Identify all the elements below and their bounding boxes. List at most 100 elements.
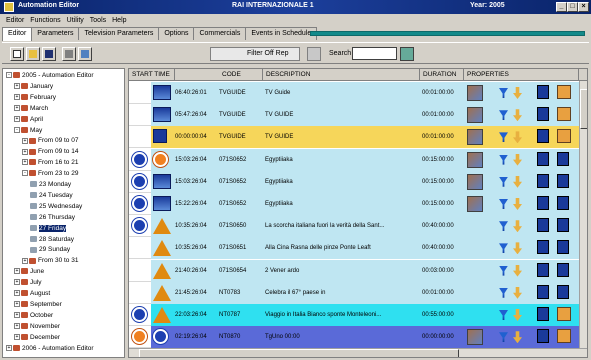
vertical-scroll-thumb[interactable] (580, 89, 587, 129)
tree-toggle-icon[interactable]: + (22, 159, 28, 166)
people-icon[interactable] (467, 107, 483, 124)
media-badge-icon[interactable] (537, 151, 549, 166)
tree-node[interactable]: + October (14, 312, 53, 320)
tab-editor[interactable]: Editor (2, 27, 33, 41)
save-button[interactable] (42, 47, 56, 61)
archive-badge-icon[interactable] (557, 85, 571, 99)
tree-node[interactable]: 29 Sunday (30, 246, 70, 254)
table-row[interactable]: 21:45:26:04 NT0783 Celebra il 67° paese in… (129, 281, 579, 304)
close-button[interactable]: × (578, 2, 589, 12)
horizontal-scroll-thumb[interactable] (139, 349, 459, 357)
print-button[interactable] (62, 47, 76, 61)
tree-node[interactable]: + From 16 to 21 (22, 159, 78, 167)
media-badge-icon[interactable] (537, 262, 549, 277)
table-row[interactable]: 21:40:26:04 071S0654 2 Vener ardo 00:03:00:… (129, 259, 579, 282)
schedule-event-icon[interactable] (132, 196, 147, 211)
tree-toggle-icon[interactable]: + (14, 83, 20, 90)
tree-node[interactable]: + August (14, 290, 50, 298)
tree-node[interactable]: + February (14, 94, 56, 102)
tree-node[interactable]: 24 Tuesday (30, 192, 73, 200)
table-row[interactable]: 15:03:26:04 071S0652 Egyptiiaka 00:15:00:00 (129, 148, 579, 171)
column-header-code[interactable]: CODE (219, 69, 263, 81)
media-badge-icon[interactable] (557, 262, 569, 277)
tree-node[interactable]: - From 23 to 29 (22, 170, 78, 178)
media-badge-icon[interactable] (557, 196, 569, 210)
media-badge-icon[interactable] (557, 284, 569, 299)
tree-node[interactable]: + From 30 to 31 (22, 257, 78, 265)
people-icon[interactable] (467, 329, 483, 346)
column-header-start-time[interactable]: START TIME (129, 69, 175, 81)
schedule-event-icon[interactable] (132, 218, 147, 234)
vertical-scrollbar[interactable] (579, 81, 587, 349)
layout-button[interactable] (78, 47, 92, 61)
table-row[interactable]: 00:00:00:04 TVGUIDE TV GUIDE 00:01:00:00 (129, 126, 579, 149)
maximize-button[interactable]: □ (567, 2, 578, 12)
media-badge-icon[interactable] (537, 196, 549, 210)
tree-toggle-icon[interactable]: - (14, 126, 20, 133)
archive-badge-icon[interactable] (557, 329, 571, 344)
media-badge-icon[interactable] (537, 85, 549, 99)
table-row[interactable]: 10:35:26:04 071S0650 La scorcha italiana f… (129, 215, 579, 238)
people-icon[interactable] (467, 151, 483, 168)
menu-item-tools[interactable]: Tools (90, 17, 106, 24)
media-badge-icon[interactable] (557, 218, 569, 233)
tree-toggle-icon[interactable]: + (6, 344, 12, 351)
table-row[interactable]: 22:03:26:04 NT0787 Viaggio in Italia Bianc… (129, 304, 579, 326)
media-badge-icon[interactable] (557, 173, 569, 188)
menu-item-functions[interactable]: Functions (30, 17, 60, 24)
tree-toggle-icon[interactable]: - (6, 72, 12, 79)
media-badge-icon[interactable] (537, 240, 549, 255)
tree-toggle-icon[interactable]: + (14, 268, 20, 275)
tree-toggle-icon[interactable]: + (14, 312, 20, 319)
tree-node[interactable]: +2006 - Automation Editor (6, 345, 94, 353)
column-header-properties[interactable]: PROPERTIES (464, 69, 579, 81)
new-button[interactable] (10, 47, 24, 61)
media-badge-icon[interactable] (537, 307, 549, 321)
people-icon[interactable] (467, 196, 483, 212)
tab-commercials[interactable]: Commercials (193, 27, 247, 40)
table-row[interactable]: 10:35:26:04 071S0651 Alla Cina Rasna delle… (129, 237, 579, 260)
tree-node[interactable]: + January (14, 83, 53, 91)
media-badge-icon[interactable] (537, 218, 549, 233)
tree-node[interactable]: + March (14, 105, 48, 113)
tree-node[interactable]: + November (14, 323, 60, 331)
tree-toggle-icon[interactable]: + (22, 148, 28, 155)
table-row[interactable]: 06:40:26:01 TVGUIDE TV Guide 00:01:00:00 (129, 82, 579, 104)
tree-node[interactable]: + April (14, 116, 43, 124)
archive-badge-icon[interactable] (557, 307, 571, 321)
table-row[interactable]: 02:19:26:04 NT0870 TgUno 00:00 00:00:00:00 (129, 326, 579, 349)
tree-toggle-icon[interactable]: + (14, 290, 20, 297)
media-badge-icon[interactable] (557, 240, 569, 255)
tree-node[interactable]: + From 09 to 14 (22, 148, 78, 156)
table-row[interactable]: 15:03:26:04 071S0652 Egyptiiaka 00:15:00:00 (129, 170, 579, 193)
tree-toggle-icon[interactable]: + (14, 301, 20, 308)
tab-options[interactable]: Options (158, 27, 195, 40)
tree-node[interactable]: - May (14, 127, 42, 135)
menu-item-editor[interactable]: Editor (6, 17, 24, 24)
media-badge-icon[interactable] (537, 173, 549, 188)
column-header-description[interactable]: DESCRIPTION (263, 69, 420, 81)
people-icon[interactable] (467, 173, 483, 190)
table-row[interactable]: 15:22:26:04 071S0652 Egyptiiaka 00:15:00:00 (129, 193, 579, 215)
schedule-event-icon[interactable] (132, 307, 147, 322)
schedule-event-icon[interactable] (132, 173, 147, 189)
tree-node[interactable]: 25 Wednesday (30, 203, 82, 211)
menu-item-help[interactable]: Help (112, 17, 126, 24)
tab-television-parameters[interactable]: Television Parameters (78, 27, 160, 40)
tree-node[interactable]: + December (14, 334, 60, 342)
open-button[interactable] (26, 47, 40, 61)
archive-badge-icon[interactable] (557, 129, 571, 144)
tab-parameters[interactable]: Parameters (31, 27, 80, 40)
people-icon[interactable] (467, 85, 483, 101)
tree-node[interactable]: + June (14, 268, 44, 276)
tree-node[interactable]: - 2005 - Automation Editor (6, 72, 94, 80)
schedule-event-icon[interactable] (132, 151, 147, 167)
tree-node[interactable]: 27 Friday (30, 224, 67, 233)
tree-node[interactable]: 26 Thursday (30, 214, 75, 222)
column-header-duration[interactable]: DURATION (420, 69, 464, 81)
tree-node[interactable]: + July (14, 279, 42, 287)
media-badge-icon[interactable] (537, 129, 549, 144)
tree-node[interactable]: + September (14, 301, 62, 309)
tree-toggle-icon[interactable]: + (14, 333, 20, 340)
tree-node[interactable]: 23 Monday (30, 181, 71, 189)
